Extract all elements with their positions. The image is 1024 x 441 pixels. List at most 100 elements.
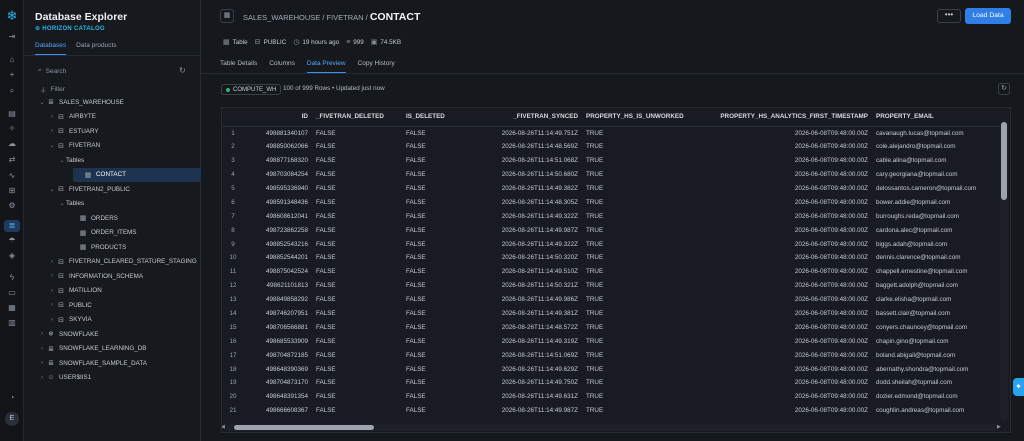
bell-icon[interactable]: ◔ [4,392,20,404]
shield-icon[interactable]: ◈ [4,250,20,262]
table-cell[interactable]: 498852544201 [244,251,312,265]
table-cell[interactable]: TRUE [582,390,712,404]
table-cell[interactable]: 2026-08-26T11:14:49.986Z [474,293,582,307]
table-row[interactable]: 2 498850062066 FALSE FALSE 2026-08-26T11:14:… [222,140,1002,154]
table-row[interactable]: 21 498666608367 FALSE FALSE 2026-08-26T11:14… [222,404,1002,418]
table-row[interactable]: 19 498704873170 FALSE FALSE 2026-08-26T11:14… [222,376,1002,390]
chevron-right-icon[interactable]: › [38,375,46,381]
table-cell[interactable]: 498875042524 [244,265,312,279]
table-row[interactable]: 18 498648390369 FALSE FALSE 2026-08-26T11:14… [222,362,1002,376]
table-row[interactable]: 8 498723862258 FALSE FALSE 2026-08-26T11:14:… [222,223,1002,237]
chevron-down-icon[interactable]: ⌄ [58,200,66,207]
horizontal-scroll-thumb[interactable] [234,425,374,430]
table-cell[interactable]: bower.addie@topmail.com [872,195,1002,209]
user-avatar[interactable]: E [5,412,19,426]
table-cell[interactable]: TRUE [582,237,712,251]
table-cell[interactable]: 2026-08-26T11:14:49.987Z [474,223,582,237]
table-cell[interactable]: 2026-06-08T09:48:00.00Z [712,251,872,265]
table-cell[interactable]: 2026-08-26T11:14:48.305Z [474,195,582,209]
table-cell[interactable]: FALSE [312,182,402,196]
refresh-preview-icon[interactable]: ↻ [998,83,1010,95]
table-cell[interactable]: 2026-06-08T09:48:00.00Z [712,195,872,209]
horizontal-scrollbar[interactable] [226,424,998,431]
table-cell[interactable]: cavanaugh.lucas@topmail.com [872,126,1002,140]
more-actions-button[interactable]: ••• [937,9,961,23]
table-cell[interactable]: FALSE [402,293,474,307]
table-cell[interactable]: FALSE [312,362,402,376]
table-cell[interactable]: FALSE [312,390,402,404]
table-row[interactable]: 13 498849858292 FALSE FALSE 2026-08-26T11:14… [222,293,1002,307]
table-cell[interactable]: FALSE [402,348,474,362]
tree-item[interactable]: › ⊟ SKYVIA [24,313,201,327]
table-cell[interactable]: dozier.edmond@topmail.com [872,390,1002,404]
table-cell[interactable]: TRUE [582,334,712,348]
table-cell[interactable]: 498850062066 [244,140,312,154]
notes-icon[interactable]: ▥ [4,317,20,329]
table-cell[interactable]: TRUE [582,265,712,279]
table-row[interactable]: 15 498706566881 FALSE FALSE 2026-08-26T11:14… [222,320,1002,334]
table-cell[interactable]: 2026-08-26T11:14:51.069Z [474,348,582,362]
refresh-icon[interactable]: ↻ [179,66,186,76]
table-cell[interactable]: 2026-08-26T11:14:51.068Z [474,154,582,168]
table-cell[interactable]: abernathy.shondra@topmail.com [872,362,1002,376]
table-cell[interactable]: 2026-06-08T09:48:00.00Z [712,154,872,168]
tree-item[interactable]: ⌄ Tables [24,197,201,211]
table-cell[interactable]: FALSE [312,237,402,251]
table-cell[interactable]: FALSE [312,376,402,390]
table-cell[interactable]: TRUE [582,223,712,237]
table-cell[interactable]: FALSE [402,154,474,168]
tree-item[interactable]: › ⊟ PUBLIC [24,298,201,312]
table-cell[interactable]: 2026-06-08T09:48:00.00Z [712,362,872,376]
table-cell[interactable]: TRUE [582,154,712,168]
table-cell[interactable]: TRUE [582,209,712,223]
chevron-right-icon[interactable]: › [48,114,56,120]
table-cell[interactable]: 2026-08-26T11:14:49.322Z [474,209,582,223]
table-cell[interactable]: FALSE [312,348,402,362]
tree-item[interactable]: › ⊟ ESTUARY [24,124,201,138]
table-cell[interactable]: 2026-08-26T11:14:49.629Z [474,362,582,376]
table-cell[interactable]: 2026-06-08T09:48:00.00Z [712,237,872,251]
column-header[interactable]: ID [244,108,312,127]
table-cell[interactable]: chappell.ernestine@topmail.com [872,265,1002,279]
chevron-right-icon[interactable]: › [38,360,46,366]
bolt-icon[interactable]: ϟ [4,272,20,284]
chevron-down-icon[interactable]: ⌄ [48,186,56,193]
table-cell[interactable]: TRUE [582,404,712,418]
chevron-down-icon[interactable]: ⌄ [58,157,66,164]
table-cell[interactable]: bassett.clair@topmail.com [872,307,1002,321]
share-icon[interactable]: ⇄ [4,154,20,166]
table-cell[interactable]: TRUE [582,251,712,265]
scroll-right-icon[interactable]: ▶ [997,424,1001,430]
chevron-right-icon[interactable]: › [38,346,46,352]
table-row[interactable]: 12 498621101813 FALSE FALSE 2026-08-26T11:14… [222,279,1002,293]
table-cell[interactable]: 2026-06-08T09:48:00.00Z [712,293,872,307]
table-cell[interactable]: FALSE [312,404,402,418]
assistant-icon[interactable]: ✦ [1013,378,1024,396]
table-cell[interactable]: FALSE [402,126,474,140]
table-row[interactable]: 6 498591348436 FALSE FALSE 2026-08-26T11:14:… [222,195,1002,209]
chevron-right-icon[interactable]: › [48,273,56,279]
load-data-button[interactable]: Load Data [965,8,1011,24]
table-cell[interactable]: FALSE [402,140,474,154]
table-row[interactable]: 5 498595336940 FALSE FALSE 2026-08-26T11:14:… [222,182,1002,196]
apps-icon[interactable]: ⊞ [4,185,20,197]
table-cell[interactable]: 2026-06-08T09:48:00.00Z [712,376,872,390]
table-row[interactable]: 16 498685533909 FALSE FALSE 2026-08-26T11:14… [222,334,1002,348]
table-cell[interactable]: TRUE [582,293,712,307]
table-row[interactable]: 20 498648391354 FALSE FALSE 2026-08-26T11:14… [222,390,1002,404]
ai-icon[interactable]: ✧ [4,123,20,135]
table-cell[interactable]: conyers.chauncey@topmail.com [872,320,1002,334]
table-cell[interactable]: FALSE [402,362,474,376]
table-cell[interactable]: chapin.gino@topmail.com [872,334,1002,348]
tree-item[interactable]: ⌄ Tables [24,153,201,167]
table-cell[interactable]: 498685533909 [244,334,312,348]
table-cell[interactable]: 2026-08-26T11:14:50.320Z [474,251,582,265]
table-cell[interactable]: 498746207951 [244,307,312,321]
table-cell[interactable]: cary.georgiana@topmail.com [872,168,1002,182]
table-cell[interactable]: 498723862258 [244,223,312,237]
table-cell[interactable]: 2026-06-08T09:48:00.00Z [712,348,872,362]
data-icon[interactable]: ☁ [4,138,20,150]
table-cell[interactable]: clarke.elisha@topmail.com [872,293,1002,307]
table-row[interactable]: 10 498852544201 FALSE FALSE 2026-08-26T11:14… [222,251,1002,265]
tree-item[interactable]: › ❄ SNOWFLAKE [24,327,201,341]
